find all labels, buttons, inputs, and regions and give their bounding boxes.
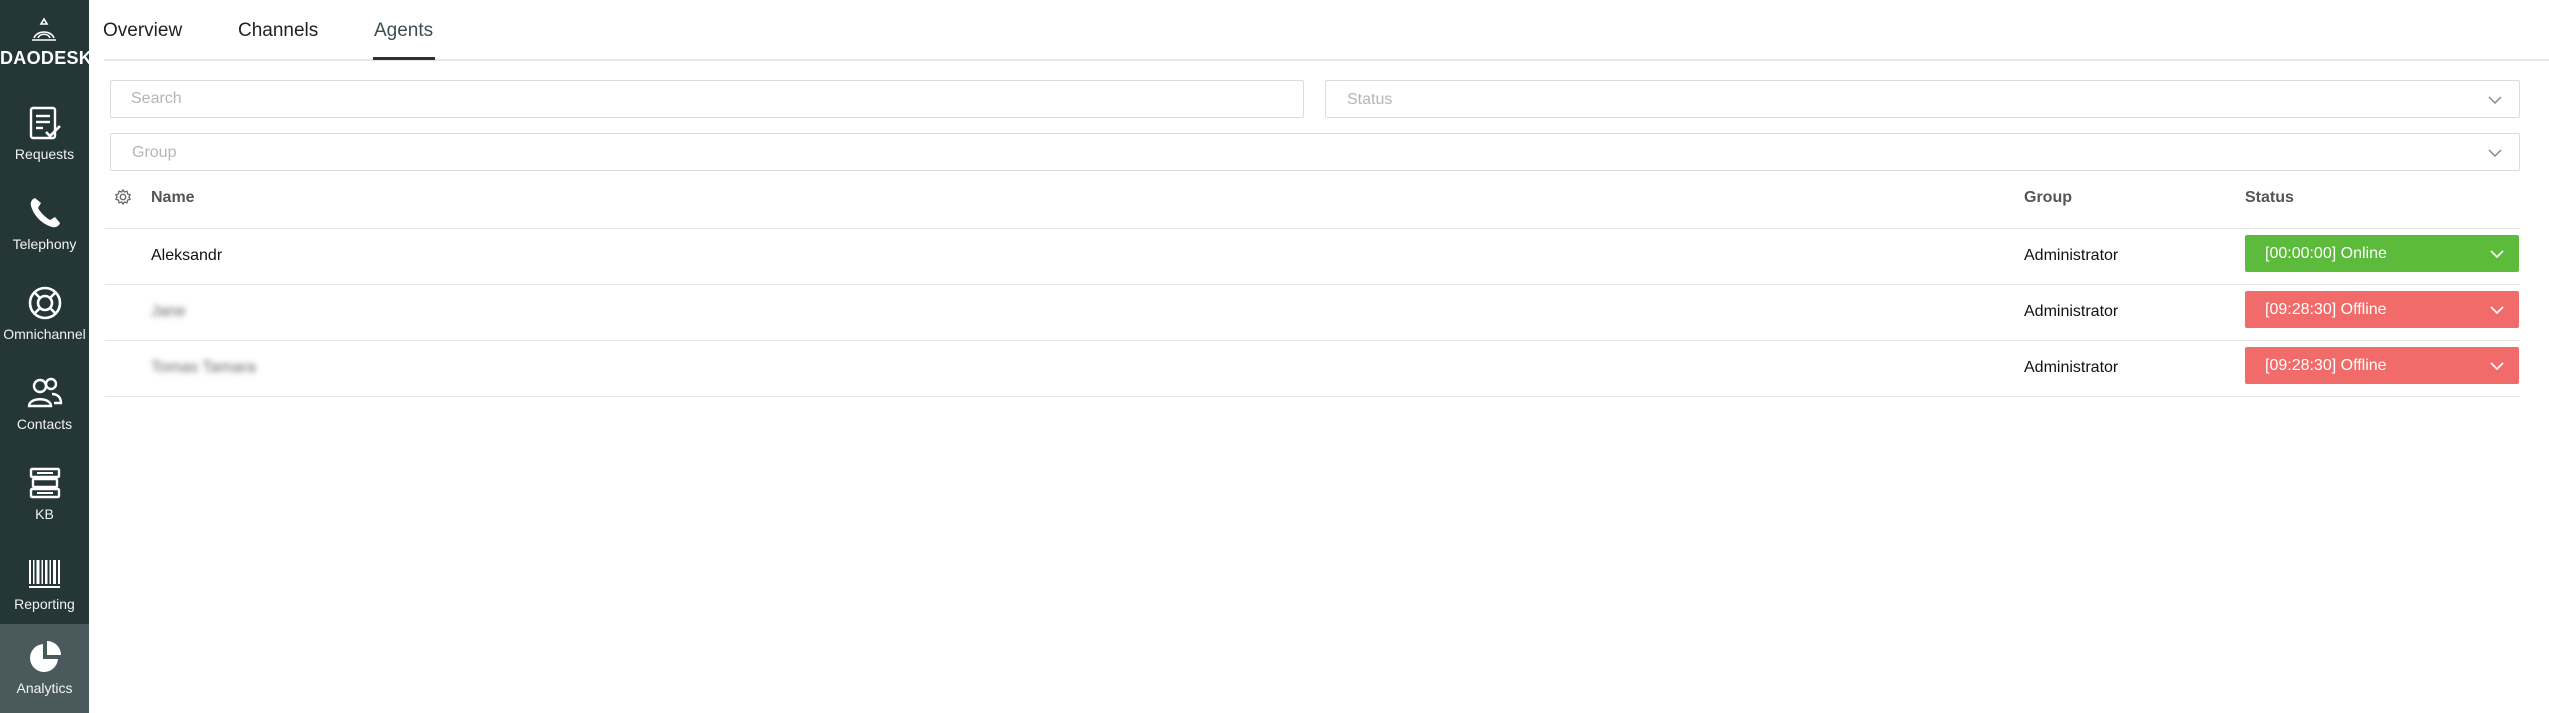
tab-divider [104, 59, 2549, 61]
tab-overview[interactable]: Overview [103, 20, 182, 42]
tab-bar: Overview Channels Agents [89, 0, 2549, 61]
logo-text: DAODESK [0, 48, 93, 68]
sidebar-item-telephony[interactable]: Telephony [0, 180, 89, 269]
status-label: [00:00:00] Online [2265, 245, 2387, 262]
sidebar-item-analytics[interactable]: Analytics [0, 624, 89, 713]
sidebar-item-contacts[interactable]: Contacts [0, 360, 89, 449]
status-select[interactable]: Status [1325, 80, 2520, 118]
column-header-group[interactable]: Group [2024, 189, 2072, 207]
lifebuoy-icon [28, 286, 62, 320]
knowledge-base-icon [29, 467, 61, 499]
chevron-down-icon [2488, 149, 2502, 158]
status-dropdown[interactable]: [09:28:30] Offline [2245, 291, 2519, 328]
tab-channels[interactable]: Channels [238, 20, 318, 42]
column-header-status[interactable]: Status [2245, 189, 2294, 207]
chevron-down-icon [2488, 96, 2502, 105]
status-dropdown[interactable]: [09:28:30] Offline [2245, 347, 2519, 384]
agent-name: Aleksandr [151, 247, 223, 264]
sidebar-item-requests[interactable]: Requests [0, 90, 89, 179]
search-field[interactable] [110, 80, 1304, 118]
sidebar-item-reporting[interactable]: Reporting [0, 540, 89, 629]
chevron-down-icon [2490, 250, 2504, 259]
sidebar-item-label: Contacts [16, 416, 73, 432]
sidebar-item-label: Omnichannel [3, 326, 86, 342]
search-input[interactable] [111, 81, 1303, 117]
group-select[interactable]: Group [110, 133, 2520, 171]
agent-name: Jane [151, 303, 186, 320]
logo-icon [32, 17, 56, 41]
group-select-placeholder: Group [132, 144, 177, 161]
agent-group: Administrator [2024, 359, 2119, 376]
table-row[interactable]: Tomas Tamara Administrator [09:28:30] Of… [105, 341, 2520, 397]
sidebar-item-kb[interactable]: KB [0, 450, 89, 539]
status-dropdown[interactable]: [00:00:00] Online [2245, 235, 2519, 272]
sidebar-item-label: Reporting [14, 596, 75, 612]
contacts-icon [27, 377, 63, 408]
phone-icon [30, 198, 60, 228]
requests-icon [29, 106, 61, 140]
pie-chart-icon [30, 641, 61, 672]
sidebar-item-omnichannel[interactable]: Omnichannel [0, 270, 89, 359]
chevron-down-icon [2490, 362, 2504, 371]
agent-name: Tomas Tamara [151, 359, 256, 376]
sidebar: DAODESK Requests Telephony Omnichannel C… [0, 0, 93, 713]
barcode-icon [29, 560, 60, 588]
sidebar-item-label: Requests [14, 146, 75, 162]
agent-group: Administrator [2024, 247, 2119, 264]
gear-icon[interactable] [114, 188, 132, 206]
status-select-placeholder: Status [1347, 91, 1393, 108]
status-label: [09:28:30] Offline [2265, 301, 2387, 318]
chevron-down-icon [2490, 306, 2504, 315]
status-label: [09:28:30] Offline [2265, 357, 2387, 374]
sidebar-item-label: Telephony [12, 236, 77, 252]
agent-group: Administrator [2024, 303, 2119, 320]
sidebar-item-label: KB [35, 506, 54, 522]
app-logo[interactable]: DAODESK [0, 0, 93, 80]
table-row[interactable]: Aleksandr Administrator [00:00:00] Onlin… [105, 229, 2520, 285]
tab-agents[interactable]: Agents [374, 20, 433, 42]
active-tab-indicator [373, 57, 435, 60]
column-header-name[interactable]: Name [151, 189, 195, 207]
table-row[interactable]: Jane Administrator [09:28:30] Offline [105, 285, 2520, 341]
sidebar-item-label: Analytics [16, 680, 73, 696]
table-header: Name Group Status [105, 182, 2520, 229]
